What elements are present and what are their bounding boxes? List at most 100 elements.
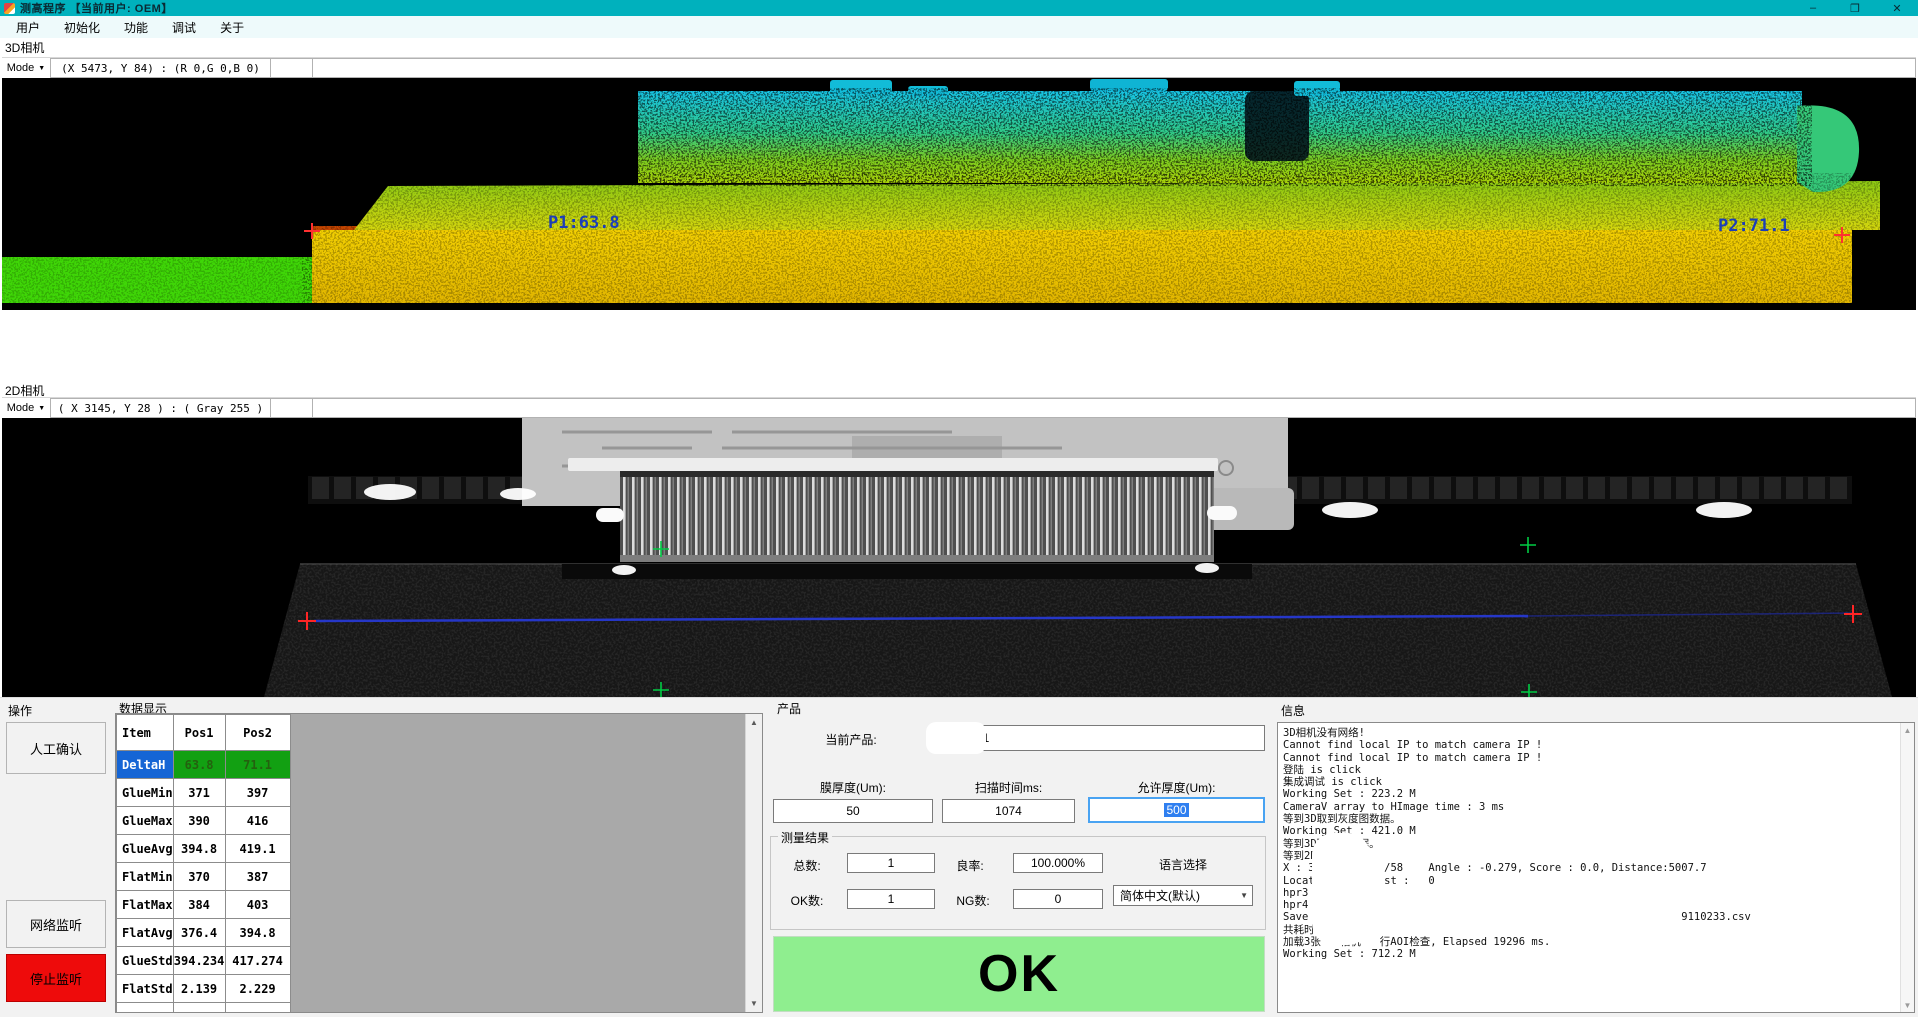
table-cell-value[interactable]: 387: [225, 863, 290, 891]
table-row[interactable]: FlatStd2.1392.229: [117, 975, 291, 1003]
log-line: LocateLi st : 0: [1283, 875, 1896, 887]
film-thickness-input[interactable]: 50: [773, 799, 933, 823]
minimize-button[interactable]: –: [1792, 0, 1834, 16]
table-cell-item[interactable]: X: [117, 1003, 174, 1014]
log-line: X : 3744 /58 Angle : -0.279, Score : 0.0…: [1283, 862, 1896, 874]
table-cell-item[interactable]: FlatMin: [117, 863, 174, 891]
info-log[interactable]: 3D相机没有网络!Cannot find local IP to match c…: [1283, 727, 1896, 1010]
camera3d-mode-dropdown[interactable]: Mode ▼: [2, 58, 50, 78]
yield-input[interactable]: 100.000%: [1013, 853, 1103, 873]
menu-item-user[interactable]: 用户: [4, 17, 52, 38]
table-cell-value[interactable]: 370: [173, 863, 225, 891]
language-select[interactable]: 简体中文(默认) ▼: [1113, 885, 1253, 906]
table-cell-value[interactable]: 7966.7: [225, 1003, 290, 1014]
table-cell-item[interactable]: GlueStd: [117, 947, 174, 975]
camera2d-image-view[interactable]: [2, 418, 1916, 697]
table-cell-value[interactable]: 371: [173, 779, 225, 807]
table-row[interactable]: DeltaH63.871.1: [117, 751, 291, 779]
maximize-button[interactable]: ❐: [1834, 0, 1876, 16]
menu-item-about[interactable]: 关于: [208, 17, 256, 38]
stop-listen-button[interactable]: 停止监听: [6, 954, 106, 1002]
ng-count-input[interactable]: 0: [1013, 889, 1103, 909]
log-line: 加载3张 相机 行AOI检查, Elapsed 19296 ms.: [1283, 936, 1896, 948]
table-header-row: Item Pos1 Pos2: [117, 715, 291, 751]
total-input[interactable]: 1: [847, 853, 935, 873]
scroll-down-icon[interactable]: ▼: [1901, 998, 1914, 1012]
menu-item-debug[interactable]: 调试: [160, 17, 208, 38]
table-cell-value[interactable]: 403: [225, 891, 290, 919]
film-thickness-label: 膜厚度(Um):: [773, 779, 933, 796]
ok-count-input[interactable]: 1: [847, 889, 935, 909]
camera3d-image-view[interactable]: P1:63.8 P2:71.1: [2, 78, 1916, 310]
scroll-down-icon[interactable]: ▼: [746, 995, 762, 1012]
table-cell-value[interactable]: 394.8: [173, 835, 225, 863]
log-line: 共耗时: [1283, 924, 1896, 936]
col-header-item: Item: [117, 715, 174, 751]
table-cell-item[interactable]: FlatAvg: [117, 919, 174, 947]
log-line: 集成调试 is click: [1283, 776, 1896, 788]
product-section-label: 产品: [777, 700, 801, 717]
manual-confirm-button[interactable]: 人工确认: [6, 722, 106, 774]
window-controls: – ❐ ✕: [1792, 0, 1918, 16]
table-cell-value[interactable]: 384: [173, 891, 225, 919]
info-log-scrollbar[interactable]: ▲ ▼: [1900, 723, 1914, 1012]
table-cell-value[interactable]: 397: [225, 779, 290, 807]
ng-count-label: NG数:: [949, 892, 997, 909]
menu-item-init[interactable]: 初始化: [52, 17, 112, 38]
menu-item-function[interactable]: 功能: [112, 17, 160, 38]
allowed-thickness-input[interactable]: 500: [1088, 797, 1265, 823]
table-cell-value[interactable]: 417.274: [225, 947, 290, 975]
scroll-up-icon[interactable]: ▲: [1901, 723, 1914, 737]
table-row[interactable]: X2583.57966.7: [117, 1003, 291, 1014]
log-line: Cannot find local IP to match camera IP …: [1283, 752, 1896, 764]
camera3d-status-segment: [312, 58, 1916, 78]
redaction-blob: [1312, 833, 1370, 945]
camera2d-cursor-status: ( X 3145, Y 28 ) : ( Gray 255 ): [50, 398, 270, 418]
current-product-label: 当前产品:: [791, 731, 911, 748]
info-section-label: 信息: [1281, 702, 1305, 719]
table-cell-item[interactable]: FlatStd: [117, 975, 174, 1003]
table-row[interactable]: FlatMax384403: [117, 891, 291, 919]
table-cell-value[interactable]: 71.1: [225, 751, 290, 779]
table-cell-value[interactable]: 376.4: [173, 919, 225, 947]
table-cell-value[interactable]: 2.139: [173, 975, 225, 1003]
table-cell-value[interactable]: 419.1: [225, 835, 290, 863]
scan-time-input[interactable]: 1074: [942, 799, 1075, 823]
table-cell-value[interactable]: 2583.5: [173, 1003, 225, 1014]
table-row[interactable]: GlueMax390416: [117, 807, 291, 835]
log-line: CameraV array to HImage time : 3 ms: [1283, 801, 1896, 813]
table-cell-value[interactable]: 2.229: [225, 975, 290, 1003]
window-title: 测高程序 【当前用户: OEM】: [20, 0, 173, 16]
camera2d-mode-dropdown[interactable]: Mode ▼: [2, 398, 50, 418]
table-row[interactable]: FlatMin370387: [117, 863, 291, 891]
table-cell-item[interactable]: DeltaH: [117, 751, 174, 779]
network-listen-button[interactable]: 网络监听: [6, 900, 106, 948]
scroll-up-icon[interactable]: ▲: [746, 714, 762, 731]
table-cell-item[interactable]: GlueMax: [117, 807, 174, 835]
ok-count-label: OK数:: [783, 892, 831, 909]
table-cell-value[interactable]: 63.8: [173, 751, 225, 779]
chevron-down-icon: ▼: [38, 405, 45, 412]
redaction-blob: [1330, 897, 1612, 923]
language-label: 语言选择: [1113, 856, 1253, 873]
table-row[interactable]: GlueMin371397: [117, 779, 291, 807]
table-cell-item[interactable]: GlueMin: [117, 779, 174, 807]
table-cell-value[interactable]: 394.234: [173, 947, 225, 975]
heightmap-3d: P1:63.8 P2:71.1: [2, 78, 1916, 310]
table-cell-item[interactable]: GlueAvg: [117, 835, 174, 863]
log-line: Working Set : 223.2 M: [1283, 788, 1896, 800]
table-row[interactable]: FlatAvg376.4394.8: [117, 919, 291, 947]
title-bar: 测高程序 【当前用户: OEM】 – ❐ ✕: [0, 0, 1918, 16]
log-line: Working Set : 712.2 M: [1283, 948, 1896, 960]
table-cell-value[interactable]: 390: [173, 807, 225, 835]
table-cell-value[interactable]: 416: [225, 807, 290, 835]
table-cell-value[interactable]: 394.8: [225, 919, 290, 947]
log-line: 登陆 is click: [1283, 764, 1896, 776]
data-grid-scrollbar[interactable]: ▲ ▼: [745, 714, 762, 1012]
table-row[interactable]: GlueStd394.234417.274: [117, 947, 291, 975]
close-button[interactable]: ✕: [1876, 0, 1918, 16]
table-cell-item[interactable]: FlatMax: [117, 891, 174, 919]
chevron-down-icon: ▼: [1240, 891, 1248, 900]
table-row[interactable]: GlueAvg394.8419.1: [117, 835, 291, 863]
results-section-label: 测量结果: [778, 829, 832, 846]
